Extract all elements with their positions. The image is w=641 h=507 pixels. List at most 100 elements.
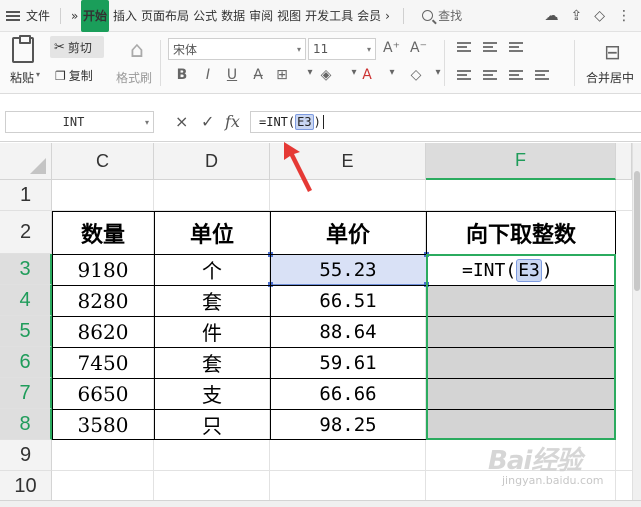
more-icon[interactable]: ⋮ — [617, 8, 631, 24]
cell-d5[interactable]: 件 — [154, 316, 270, 347]
menu-file[interactable]: 文件 — [24, 0, 52, 32]
merge-center-label[interactable]: 合并居中 — [586, 69, 634, 86]
cell-e2[interactable]: 单价 — [270, 211, 426, 254]
row-header-6[interactable]: 6 — [0, 347, 52, 378]
scroll-left-icon[interactable]: » — [69, 0, 81, 32]
row-header-2[interactable]: 2 — [0, 211, 52, 254]
cell-d3[interactable]: 个 — [154, 254, 270, 285]
copy-button[interactable]: ❐ 复制 — [55, 67, 93, 84]
tab-review[interactable]: 审阅 — [247, 0, 275, 32]
merge-cells-icon[interactable]: ⊟ — [604, 40, 621, 64]
underline-icon[interactable]: U — [222, 67, 242, 83]
cell-c5[interactable]: 8620 — [52, 316, 154, 347]
cell-e3[interactable]: 55.23 — [270, 254, 426, 285]
increase-font-icon[interactable]: A⁺ — [383, 40, 400, 56]
align-bottom-icon[interactable] — [509, 42, 523, 52]
font-color-icon[interactable]: A — [357, 67, 377, 83]
row-header-3[interactable]: 3 — [0, 254, 52, 285]
paste-dropdown-icon[interactable]: ▾ — [36, 70, 40, 79]
search-icon — [422, 10, 434, 21]
font-size-select[interactable]: 11 ▾ — [308, 38, 376, 60]
tab-page-layout[interactable]: 页面布局 — [139, 0, 191, 32]
cut-label: 剪切 — [67, 40, 92, 55]
col-header-c[interactable]: C — [52, 143, 154, 180]
col-header-e[interactable]: E — [270, 143, 426, 180]
cancel-icon[interactable]: × — [175, 112, 188, 131]
format-painter-label[interactable]: 格式刷 — [116, 69, 152, 86]
row-header-8[interactable]: 8 — [0, 409, 52, 440]
strikethrough-icon[interactable]: A̶ — [248, 67, 268, 83]
fill-color-icon[interactable]: ◈ — [316, 67, 336, 83]
scroll-right-icon[interactable]: › — [383, 0, 395, 32]
align-middle-icon[interactable] — [483, 42, 497, 52]
justify-icon[interactable] — [535, 70, 549, 80]
cell-f2[interactable]: 向下取整数 — [426, 211, 616, 254]
row-header-1[interactable]: 1 — [0, 180, 52, 211]
paste-label[interactable]: 粘贴 — [10, 69, 34, 86]
cell-f3-editing[interactable]: =INT(E3) — [428, 255, 614, 285]
align-center-icon[interactable] — [483, 70, 497, 80]
col-header-f[interactable]: F — [426, 143, 616, 180]
tab-developer[interactable]: 开发工具 — [303, 0, 355, 32]
menu-icon[interactable] — [6, 10, 20, 21]
cell-d4[interactable]: 套 — [154, 285, 270, 316]
tab-data[interactable]: 数据 — [219, 0, 247, 32]
tab-view[interactable]: 视图 — [275, 0, 303, 32]
cell-c2[interactable]: 数量 — [52, 211, 154, 254]
row-header-7[interactable]: 7 — [0, 378, 52, 409]
cut-button[interactable]: ✂ 剪切 — [50, 36, 104, 58]
cell-d8[interactable]: 只 — [154, 409, 270, 440]
paste-icon[interactable] — [12, 35, 34, 63]
row-header-5[interactable]: 5 — [0, 316, 52, 347]
clear-format-icon[interactable]: ◇ — [406, 67, 426, 83]
row-header-4[interactable]: 4 — [0, 285, 52, 316]
tab-insert[interactable]: 插入 — [111, 0, 139, 32]
align-right-icon[interactable] — [509, 70, 523, 80]
formula-ref-highlight: E3 — [295, 114, 314, 130]
cell-e4[interactable]: 66.51 — [270, 285, 426, 316]
tab-formula[interactable]: 公式 — [191, 0, 219, 32]
col-header-next[interactable] — [616, 143, 632, 180]
format-painter-icon[interactable]: ⌂ — [130, 38, 144, 63]
scrollbar-thumb[interactable] — [634, 171, 640, 291]
cell-e6[interactable]: 59.61 — [270, 347, 426, 378]
tab-member[interactable]: 会员 — [355, 0, 383, 32]
align-left-icon[interactable] — [457, 70, 471, 80]
cell-c6[interactable]: 7450 — [52, 347, 154, 378]
cell-d7[interactable]: 支 — [154, 378, 270, 409]
cell-d6[interactable]: 套 — [154, 347, 270, 378]
confirm-icon[interactable]: ✓ — [201, 112, 214, 131]
cell-e8[interactable]: 98.25 — [270, 409, 426, 440]
font-color-dropdown-icon[interactable]: ▾ — [382, 67, 402, 78]
col-header-d[interactable]: D — [154, 143, 270, 180]
fx-icon[interactable]: fx — [225, 112, 240, 131]
name-box[interactable]: INT ▾ — [5, 111, 154, 133]
cell-c7[interactable]: 6650 — [52, 378, 154, 409]
align-top-icon[interactable] — [457, 42, 471, 52]
copy-label: 复制 — [68, 69, 93, 83]
cloud-sync-icon[interactable]: ☁ — [544, 8, 558, 24]
italic-icon[interactable]: I — [198, 67, 218, 83]
tab-start[interactable]: 开始 — [81, 0, 110, 32]
vertical-scrollbar[interactable] — [632, 143, 641, 507]
border-icon[interactable]: ⊞ — [272, 67, 292, 83]
cell-e5[interactable]: 88.64 — [270, 316, 426, 347]
cell-c4[interactable]: 8280 — [52, 285, 154, 316]
search-box[interactable]: 查找 — [422, 7, 462, 24]
clear-dropdown-icon[interactable]: ▾ — [428, 67, 448, 78]
row-header-10[interactable]: 10 — [0, 471, 52, 502]
row-header-9[interactable]: 9 — [0, 440, 52, 471]
text-caret — [322, 115, 324, 129]
name-box-dropdown-icon[interactable]: ▾ — [141, 118, 153, 127]
bold-icon[interactable]: B — [172, 67, 192, 83]
cell-c3[interactable]: 9180 — [52, 254, 154, 285]
mark-icon[interactable]: ◇ — [594, 8, 605, 24]
formula-input[interactable]: =INT(E3) — [250, 111, 641, 133]
cell-d2[interactable]: 单位 — [154, 211, 270, 254]
decrease-font-icon[interactable]: A⁻ — [410, 40, 427, 56]
cell-c8[interactable]: 3580 — [52, 409, 154, 440]
select-all-corner[interactable] — [0, 143, 52, 180]
share-icon[interactable]: ⇪ — [570, 8, 582, 24]
font-name-select[interactable]: 宋体 ▾ — [168, 38, 306, 60]
cell-e7[interactable]: 66.66 — [270, 378, 426, 409]
